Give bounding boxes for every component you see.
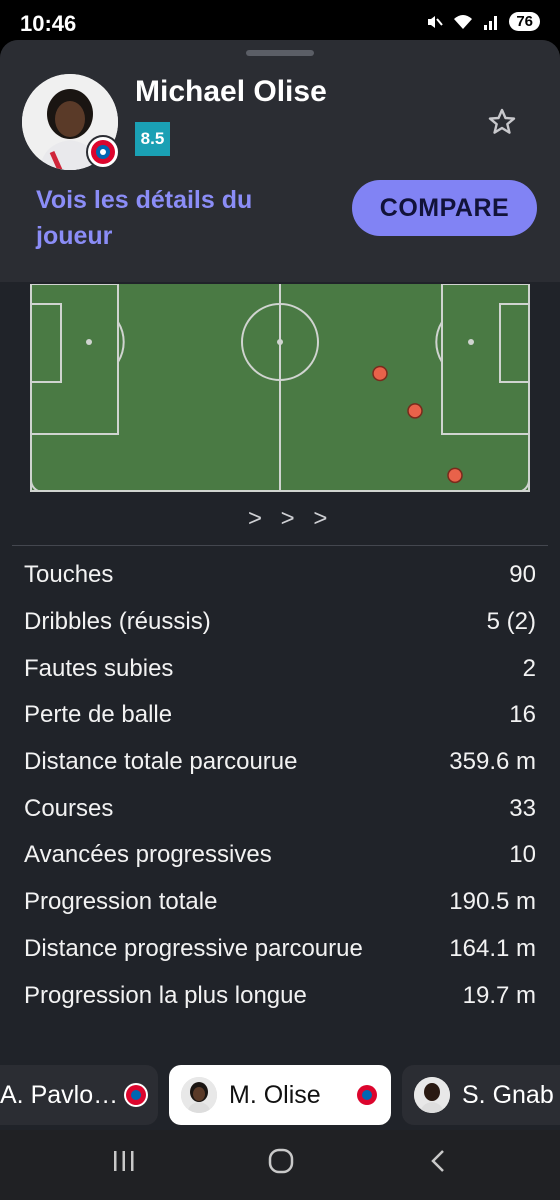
stat-row: Avancées progressives 10 (24, 832, 536, 879)
touch-point (372, 365, 388, 382)
player-header-card: Michael Olise 8.5 Vois les détails du jo… (0, 40, 560, 282)
stat-label: Touches (24, 561, 114, 589)
back-icon[interactable] (428, 1148, 448, 1174)
player-tab-name: S. Gnab (462, 1080, 554, 1109)
club-badge-icon (86, 135, 120, 169)
touch-point (407, 403, 423, 419)
stat-label: Perte de balle (24, 701, 173, 729)
stat-value: 90 (509, 561, 536, 589)
stat-label: Courses (24, 794, 114, 822)
stat-label: Distance progressive parcourue (24, 934, 363, 962)
stat-label: Progression totale (24, 888, 218, 916)
stat-label: Distance totale parcourue (24, 748, 298, 776)
touch-map-pitch (30, 284, 530, 492)
stat-value: 2 (522, 654, 536, 682)
player-tab-strip: A. Pavlo… M. Olise S. Gnab (0, 1065, 560, 1125)
stat-row: Distance totale parcourue 359.6 m (24, 739, 536, 786)
status-time: 10:46 (20, 11, 77, 36)
player-tab[interactable]: A. Pavlo… (0, 1065, 158, 1125)
stat-row: Progression la plus longue 19.7 m (24, 972, 536, 1019)
divider (12, 545, 548, 546)
stat-label: Progression la plus longue (24, 981, 307, 1009)
touch-point (447, 467, 463, 484)
more-chevrons-icon[interactable]: > > > (248, 505, 333, 533)
stat-row: Courses 33 (24, 785, 536, 832)
stats-list: Touches 90 Dribbles (réussis) 5 (2) Fautes… (24, 552, 536, 1019)
player-tab[interactable]: S. Gnab (402, 1065, 560, 1125)
home-icon[interactable] (268, 1148, 294, 1174)
favorite-star-icon[interactable] (486, 106, 518, 138)
stat-row: Touches 90 (24, 552, 536, 599)
stat-value: 16 (509, 701, 536, 729)
stat-value: 359.6 m (449, 748, 536, 776)
system-nav-bar (0, 1130, 560, 1200)
stat-row: Distance progressive parcourue 164.1 m (24, 926, 536, 973)
stat-value: 5 (2) (486, 608, 536, 636)
club-badge-icon (355, 1083, 379, 1107)
wifi-icon (454, 14, 473, 29)
stat-label: Avancées progressives (24, 841, 272, 869)
player-stats-sheet: Michael Olise 8.5 Vois les détails du jo… (0, 40, 560, 1130)
recent-apps-icon[interactable] (112, 1148, 136, 1174)
compare-button[interactable]: COMPARE (352, 180, 537, 236)
stat-value: 19.7 m (462, 981, 536, 1009)
club-badge-icon (124, 1083, 149, 1107)
stat-value: 33 (509, 794, 536, 822)
rating-badge: 8.5 (135, 122, 170, 156)
player-tab-active[interactable]: M. Olise (169, 1065, 391, 1125)
drag-handle[interactable] (246, 50, 314, 56)
player-tab-avatar (414, 1077, 450, 1113)
stat-value: 10 (509, 841, 536, 869)
stat-row: Fautes subies 2 (24, 645, 536, 692)
stat-label: Fautes subies (24, 654, 174, 682)
player-tab-avatar (181, 1077, 217, 1113)
battery-indicator: 76 (509, 12, 540, 31)
player-tab-name: M. Olise (229, 1080, 321, 1109)
stat-row: Dribbles (réussis) 5 (2) (24, 599, 536, 646)
stat-row: Progression totale 190.5 m (24, 879, 536, 926)
signal-icon (484, 15, 498, 30)
stat-row: Perte de balle 16 (24, 692, 536, 739)
player-tab-name: A. Pavlo… (0, 1080, 119, 1109)
mute-icon (428, 15, 444, 28)
player-details-link[interactable]: Vois les détails du joueur (36, 182, 306, 254)
stat-value: 190.5 m (449, 888, 536, 916)
stat-value: 164.1 m (449, 934, 536, 962)
stat-label: Dribbles (réussis) (24, 608, 211, 636)
player-name: Michael Olise (135, 75, 327, 108)
